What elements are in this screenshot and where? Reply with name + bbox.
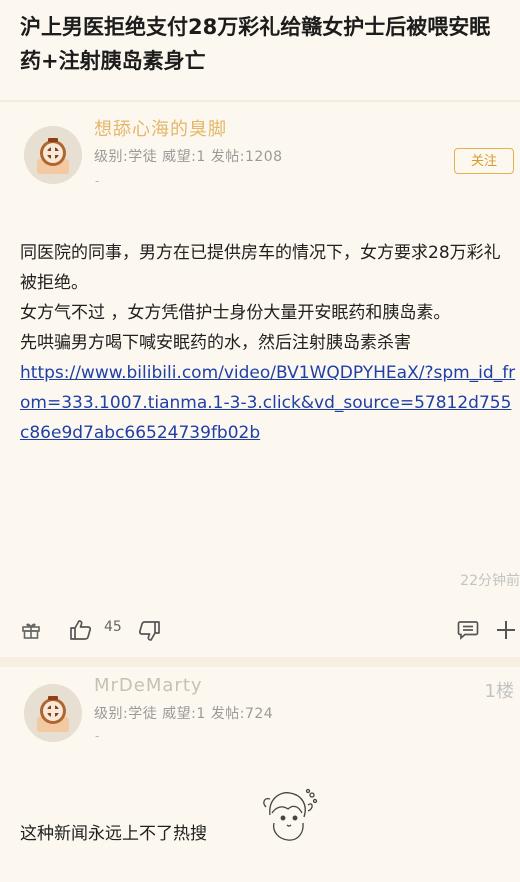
post-author-meta: 级别:学徒 威望:1 发帖:1208 <box>94 149 283 165</box>
post-signature: - <box>95 174 100 188</box>
post-body: 同医院的同事，男方在已提供房车的情况下，女方要求28万彩礼被拒绝。 女方气不过 … <box>20 238 516 448</box>
like-count: 45 <box>104 619 122 635</box>
post-separator <box>0 657 520 667</box>
post-author[interactable]: 想舔心海的臭脚 <box>94 115 227 141</box>
original-post: 想舔心海的臭脚 级别:学徒 威望:1 发帖:1208 - 关注 同医院的同事，男… <box>0 102 520 657</box>
post-paragraph: 先哄骗男方喝下喊安眠药的水，然后注射胰岛素杀害 <box>20 333 411 353</box>
thread-title: 沪上男医拒绝支付28万彩礼给赣女护士后被喂安眠药+注射胰岛素身亡 <box>20 15 491 73</box>
floor-number: 1楼 <box>484 681 514 702</box>
post-time: 22分钟前 <box>460 573 520 589</box>
reply-author-meta: 级别:学徒 威望:1 发帖:724 <box>94 706 274 722</box>
avatar[interactable] <box>24 684 82 742</box>
anime-sticker <box>258 785 318 849</box>
reply-text: 这种新闻永远上不了热搜 <box>20 824 207 844</box>
reply-post: MrDeMarty 1楼 级别:学徒 威望:1 发帖:724 - 这种新闻永远上… <box>0 667 520 882</box>
avatar[interactable] <box>24 126 82 184</box>
reply-signature: - <box>95 729 100 743</box>
post-actions: 45 <box>0 607 520 651</box>
reply-author[interactable]: MrDeMarty <box>94 675 203 696</box>
comment-icon[interactable] <box>457 620 479 644</box>
post-paragraph: 女方气不过 ，女方凭借护士身份大量开安眠药和胰岛素。 <box>20 303 451 323</box>
follow-button[interactable]: 关注 <box>454 148 514 174</box>
video-link[interactable]: https://www.bilibili.com/video/BV1WQDPYH… <box>20 363 515 443</box>
gift-icon[interactable] <box>21 620 41 644</box>
post-paragraph: 同医院的同事，男方在已提供房车的情况下，女方要求28万彩礼被拒绝。 <box>20 243 501 293</box>
thumbs-down-icon[interactable] <box>137 619 161 647</box>
thumbs-up-icon[interactable] <box>69 618 93 646</box>
plus-icon[interactable] <box>496 620 516 644</box>
